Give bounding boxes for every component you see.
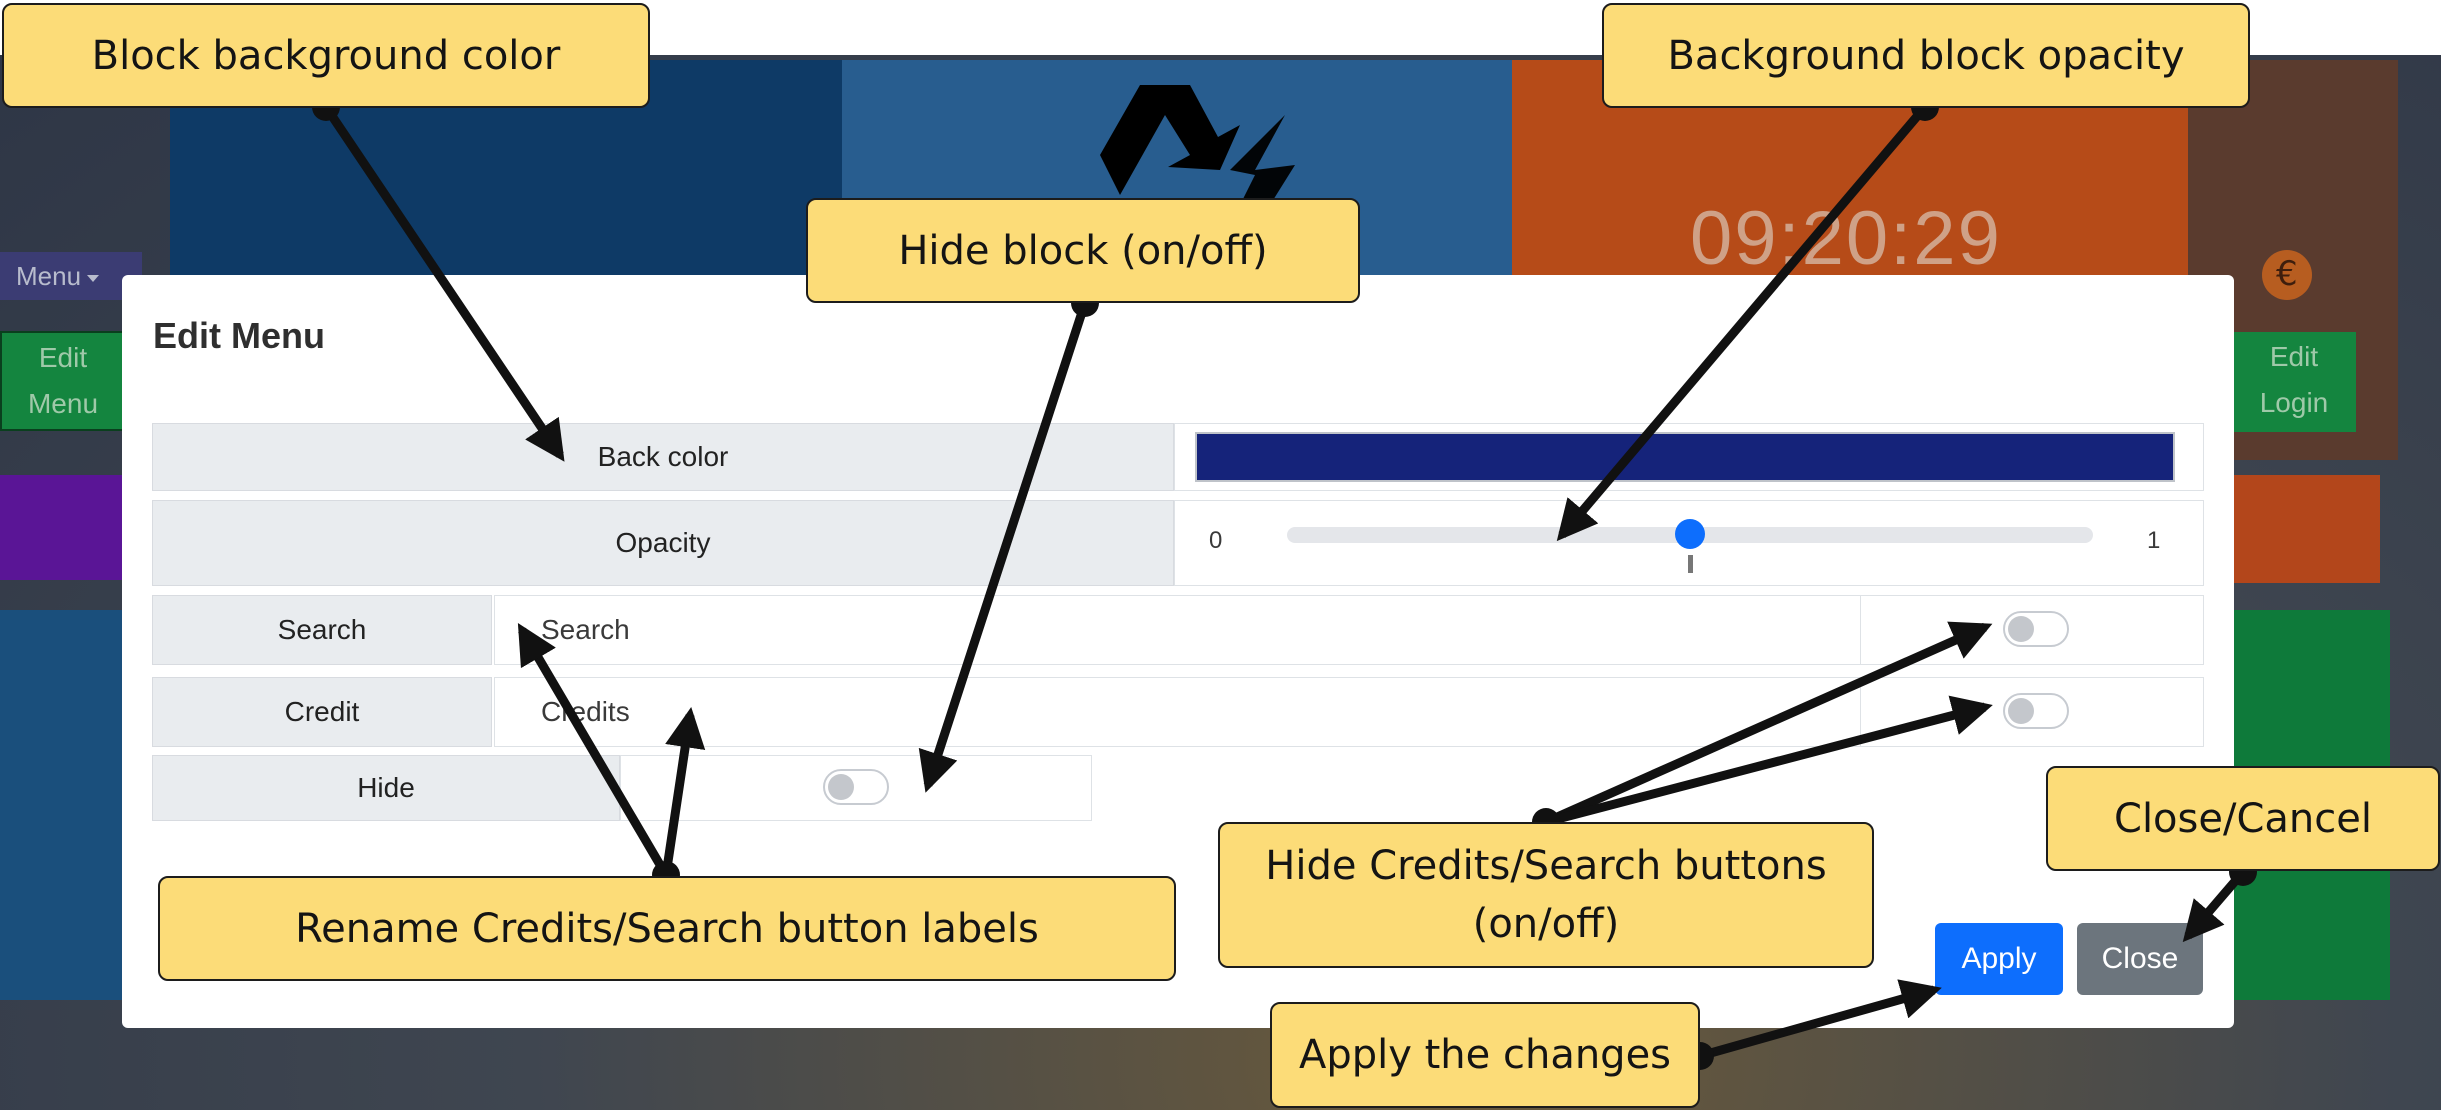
edit-login-line1: Edit: [2269, 341, 2319, 372]
credit-label-input[interactable]: [494, 677, 1862, 747]
callout-apply: Apply the changes: [1270, 1002, 1700, 1108]
close-button[interactable]: Close: [2077, 923, 2203, 995]
hide-block-toggle[interactable]: [823, 769, 889, 805]
callout-block-background: Block background color: [2, 3, 650, 108]
opacity-slider-tick: [1688, 555, 1693, 573]
clock-display: 09:20:29: [1690, 196, 2002, 281]
tile-blue-left[interactable]: [0, 610, 140, 1000]
search-label: Search: [152, 595, 492, 665]
caret-down-icon: [87, 274, 100, 282]
edit-menu-line1: Edit: [38, 342, 88, 373]
search-hide-toggle[interactable]: [2003, 611, 2069, 647]
edit-login-line2: Login: [2259, 387, 2329, 418]
opacity-slider-thumb[interactable]: [1675, 519, 1705, 549]
hide-switch-cell: [620, 755, 1092, 821]
tile-brown[interactable]: [2230, 475, 2380, 583]
menu-button-label: Menu: [16, 261, 82, 291]
edit-login-button[interactable]: Edit Login: [2232, 332, 2356, 432]
callout-rename-labels: Rename Credits/Search button labels: [158, 876, 1176, 981]
hide-label: Hide: [152, 755, 620, 821]
opacity-label: Opacity: [152, 500, 1174, 586]
credit-label: Credit: [152, 677, 492, 747]
callout-hide-block: Hide block (on/off): [806, 198, 1360, 303]
search-switch-cell: [1860, 595, 2204, 665]
apply-button[interactable]: Apply: [1935, 923, 2063, 995]
credit-hide-toggle[interactable]: [2003, 693, 2069, 729]
globe-icon[interactable]: [2262, 250, 2312, 300]
menu-dropdown-button[interactable]: Menu: [0, 252, 142, 300]
callout-hide-buttons: Hide Credits/Search buttons (on/off): [1218, 822, 1874, 968]
edit-menu-button[interactable]: Edit Menu: [0, 331, 126, 431]
opacity-min-label: 0: [1209, 527, 1223, 554]
back-color-cell: [1174, 423, 2204, 491]
credit-switch-cell: [1860, 677, 2204, 747]
edit-menu-line2: Menu: [27, 388, 99, 419]
opacity-max-label: 1: [2147, 527, 2161, 554]
callout-close: Close/Cancel: [2046, 766, 2440, 871]
callout-opacity: Background block opacity: [1602, 3, 2250, 108]
back-color-label: Back color: [152, 423, 1174, 491]
tile-purple[interactable]: [0, 475, 140, 580]
opacity-cell: 0 1: [1174, 500, 2204, 586]
back-color-picker[interactable]: [1195, 432, 2175, 482]
modal-title: Edit Menu: [153, 315, 325, 356]
search-label-input[interactable]: [494, 595, 1862, 665]
